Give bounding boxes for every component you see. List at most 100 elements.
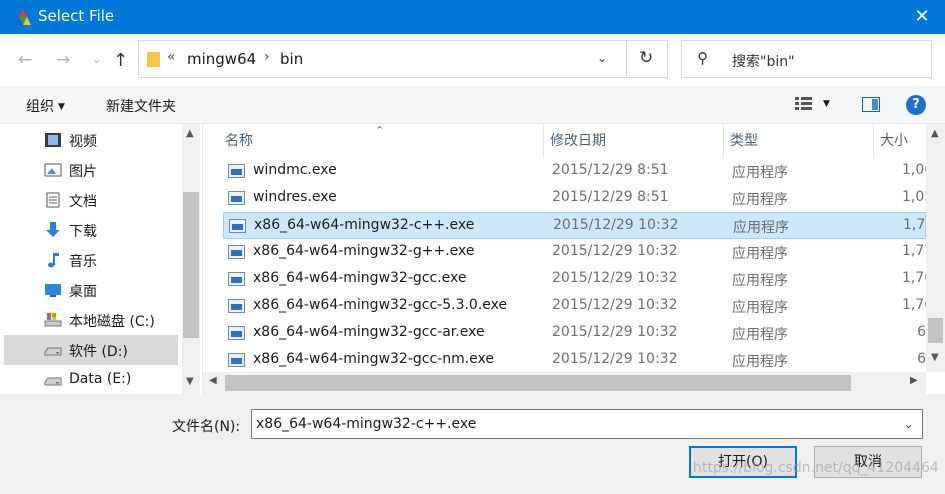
sidebar-item-documents[interactable]: 文档 — [4, 185, 178, 215]
file-list-vertical-scrollbar[interactable]: ▲ ▼ — [926, 124, 945, 372]
sidebar-item-desktop[interactable]: 桌面 — [4, 275, 178, 305]
forward-arrow-icon[interactable]: → — [56, 50, 70, 70]
file-date: 2015/12/29 10:32 — [552, 351, 678, 367]
table-row-selected[interactable]: x86_64-w64-mingw32-c++.exe 2015/12/29 10… — [223, 212, 927, 239]
file-name: x86_64-w64-mingw32-gcc-ar.exe — [253, 324, 485, 340]
address-dropdown-icon[interactable]: ⌄ — [597, 51, 607, 65]
command-toolbar: 组织 ▼ 新建文件夹 ▼ ? — [0, 86, 945, 124]
file-name: windres.exe — [253, 189, 337, 205]
column-header-size[interactable]: 大小 — [874, 124, 926, 158]
close-icon[interactable]: ✕ — [899, 0, 945, 34]
sort-ascending-icon: ⌃ — [375, 124, 385, 137]
sidebar-item-videos[interactable]: 视频 — [4, 125, 178, 155]
file-size: 6 — [917, 324, 926, 340]
file-date: 2015/12/29 10:32 — [552, 297, 678, 313]
sidebar-item-label: Data (E:) — [69, 371, 132, 387]
column-header-type[interactable]: 类型 — [724, 124, 874, 158]
file-list-horizontal-scrollbar[interactable]: ◀ ▶ — [203, 372, 926, 394]
drive-c-icon — [44, 313, 62, 327]
file-name: x86_64-w64-mingw32-c++.exe — [254, 217, 475, 233]
view-options-caret-icon[interactable]: ▼ — [823, 99, 830, 109]
new-folder-button[interactable]: 新建文件夹 — [106, 96, 176, 116]
sidebar-item-label: 文档 — [69, 194, 97, 210]
sidebar-item-drive-e[interactable]: Data (E:) — [4, 365, 178, 395]
scroll-up-icon[interactable]: ▲ — [186, 128, 194, 139]
drive-icon — [44, 347, 62, 356]
file-type: 应用程序 — [732, 300, 788, 316]
exe-file-icon — [228, 299, 245, 313]
file-type: 应用程序 — [732, 246, 788, 262]
recent-locations-chevron-icon[interactable]: ⌄ — [92, 53, 101, 66]
table-row[interactable]: x86_64-w64-mingw32-gcc-ar.exe 2015/12/29… — [223, 320, 926, 347]
search-icon: ⚲ — [697, 49, 708, 67]
preview-pane-icon[interactable] — [862, 97, 880, 112]
search-placeholder: 搜索"bin" — [732, 54, 795, 70]
scroll-down-icon[interactable]: ▼ — [186, 376, 194, 387]
table-row[interactable]: x86_64-w64-mingw32-gcc-nm.exe 2015/12/29… — [223, 347, 926, 374]
sidebar-item-label: 下载 — [69, 224, 97, 240]
view-list-icon[interactable] — [795, 97, 812, 111]
exe-file-icon — [229, 219, 246, 233]
sidebar-item-label: 软件 (D:) — [69, 344, 128, 360]
file-name: x86_64-w64-mingw32-g++.exe — [253, 243, 475, 259]
column-header-name[interactable]: 名称 — [203, 124, 544, 158]
sidebar-item-label: 视频 — [69, 134, 97, 150]
scroll-down-icon[interactable]: ▼ — [931, 352, 939, 363]
scroll-right-icon[interactable]: ▶ — [910, 375, 918, 386]
column-header-date[interactable]: 修改日期 — [544, 124, 724, 158]
scrollbar-thumb[interactable] — [928, 318, 943, 343]
sidebar-item-drive-c[interactable]: 本地磁盘 (C:) — [4, 305, 178, 335]
table-row[interactable]: x86_64-w64-mingw32-gcc.exe 2015/12/29 10… — [223, 266, 926, 293]
scrollbar-thumb[interactable] — [225, 375, 851, 391]
exe-file-icon — [228, 353, 245, 367]
exe-file-icon — [228, 164, 245, 178]
organize-label: 组织 — [26, 99, 54, 115]
scroll-up-icon[interactable]: ▲ — [931, 128, 939, 139]
scrollbar-thumb[interactable] — [183, 192, 199, 338]
breadcrumb-overflow-icon[interactable]: « — [167, 49, 176, 65]
file-type: 应用程序 — [732, 354, 788, 370]
address-bar[interactable]: « mingw64 › bin ⌄ ↻ — [138, 40, 668, 78]
file-type: 应用程序 — [732, 327, 788, 343]
search-box[interactable]: ⚲ 搜索"bin" — [681, 40, 932, 78]
navigation-pane-scrollbar[interactable]: ▲ ▼ — [182, 124, 200, 394]
organize-button[interactable]: 组织 ▼ — [26, 96, 65, 116]
table-row[interactable]: x86_64-w64-mingw32-g++.exe 2015/12/29 10… — [223, 239, 926, 266]
help-icon[interactable]: ? — [906, 95, 926, 115]
file-name: windmc.exe — [253, 162, 337, 178]
filename-value: x86_64-w64-mingw32-c++.exe — [256, 416, 477, 432]
documents-icon — [46, 192, 60, 208]
file-date: 2015/12/29 10:32 — [552, 270, 678, 286]
breadcrumb-bin[interactable]: bin — [280, 50, 303, 68]
filename-input[interactable]: x86_64-w64-mingw32-c++.exe ⌄ — [251, 409, 923, 439]
breadcrumb-mingw64[interactable]: mingw64 — [187, 50, 256, 68]
file-date: 2015/12/29 8:51 — [552, 162, 669, 178]
table-row[interactable]: x86_64-w64-mingw32-gcc-5.3.0.exe 2015/12… — [223, 293, 926, 320]
file-size: 1,05 — [902, 189, 926, 205]
sidebar-item-music[interactable]: 音乐 — [4, 245, 178, 275]
sidebar-item-downloads[interactable]: 下载 — [4, 215, 178, 245]
breadcrumb-separator-icon[interactable]: › — [264, 49, 270, 65]
file-type: 应用程序 — [732, 192, 788, 208]
sidebar-item-label: 音乐 — [69, 254, 97, 270]
watermark-text: https://blog.csdn.net/qq_41204464 — [693, 460, 939, 476]
file-name: x86_64-w64-mingw32-gcc.exe — [253, 270, 467, 286]
file-name: x86_64-w64-mingw32-gcc-nm.exe — [253, 351, 495, 367]
drive-icon — [44, 377, 62, 386]
file-date: 2015/12/29 10:32 — [553, 217, 679, 233]
music-icon — [48, 253, 59, 268]
refresh-icon[interactable]: ↻ — [639, 48, 653, 68]
up-arrow-icon[interactable]: ↑ — [113, 50, 128, 71]
table-row[interactable]: windres.exe 2015/12/29 8:51 应用程序 1,05 — [223, 185, 926, 212]
table-row[interactable]: windmc.exe 2015/12/29 8:51 应用程序 1,06 — [223, 158, 926, 185]
desktop-icon — [45, 284, 61, 297]
sidebar-item-drive-d[interactable]: 软件 (D:) — [4, 335, 178, 365]
scroll-left-icon[interactable]: ◀ — [209, 375, 217, 386]
triangle-app-icon — [15, 9, 31, 25]
file-size: 1,06 — [902, 162, 926, 178]
organize-caret-icon: ▼ — [58, 102, 65, 112]
back-arrow-icon[interactable]: ← — [18, 50, 32, 70]
filename-dropdown-icon[interactable]: ⌄ — [904, 418, 913, 431]
sidebar-item-pictures[interactable]: 图片 — [4, 155, 178, 185]
download-icon — [46, 222, 60, 237]
